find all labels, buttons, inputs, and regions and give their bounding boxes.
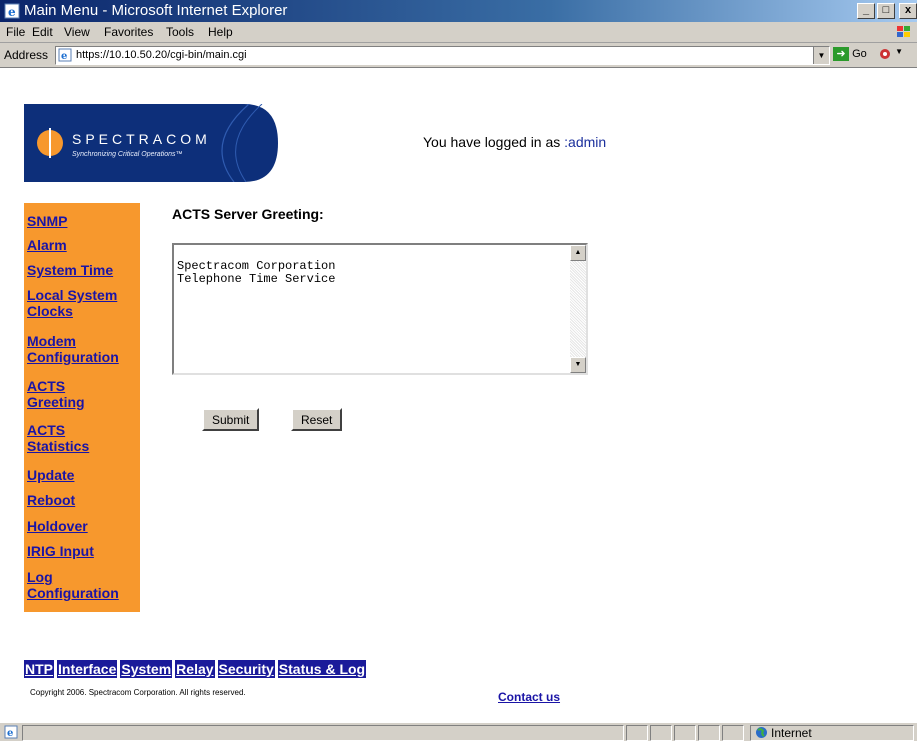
- menu-edit[interactable]: Edit: [32, 25, 53, 39]
- greeting-textarea[interactable]: Spectracom Corporation Telephone Time Se…: [172, 243, 588, 375]
- logo-wordmark: SPECTRACOM: [72, 131, 211, 147]
- sidebar-item-local-system-clocks[interactable]: Local System Clocks: [27, 287, 117, 319]
- go-arrow-icon: ➜: [833, 47, 849, 61]
- page-heading: ACTS Server Greeting:: [172, 206, 324, 222]
- sidebar-item-acts-greeting[interactable]: ACTS Greeting: [27, 378, 85, 410]
- svg-text:e: e: [8, 5, 16, 19]
- go-button[interactable]: ➜ Go: [833, 47, 867, 61]
- footer-nav-ntp[interactable]: NTP: [24, 660, 54, 678]
- textarea-scrollbar[interactable]: ▲ ▼: [570, 245, 586, 373]
- sidebar-item-alarm[interactable]: Alarm: [27, 237, 67, 253]
- status-panel: [698, 725, 720, 741]
- ie-page-icon: e: [4, 725, 18, 739]
- ie-page-icon: e: [58, 48, 72, 62]
- status-message-panel: [22, 725, 624, 741]
- sidebar-item-system-time[interactable]: System Time: [27, 262, 113, 278]
- minimize-button[interactable]: _: [857, 3, 875, 19]
- sidebar-item-modem-configuration[interactable]: Modem Configuration: [27, 333, 119, 365]
- address-label: Address: [4, 48, 49, 62]
- footer-nav: NTP Interface System Relay Security Status & …: [24, 660, 369, 679]
- menu-help[interactable]: Help: [208, 25, 233, 39]
- footer-nav-relay[interactable]: Relay: [175, 660, 215, 678]
- window-title-bar[interactable]: e Main Menu - Microsoft Internet Explore…: [0, 0, 917, 22]
- internet-globe-icon: [756, 727, 767, 738]
- menu-file[interactable]: File: [6, 25, 25, 39]
- logo-tagline: Synchronizing Critical Operations™: [72, 151, 183, 158]
- svg-text:e: e: [7, 728, 13, 739]
- login-prefix: You have logged in as: [423, 134, 565, 150]
- zone-label: Internet: [771, 726, 812, 740]
- login-status: You have logged in as :admin: [423, 134, 606, 150]
- sidebar-item-holdover[interactable]: Holdover: [27, 518, 88, 534]
- sidebar-item-update[interactable]: Update: [27, 467, 74, 483]
- contact-us-link[interactable]: Contact us: [498, 690, 560, 704]
- footer-nav-system[interactable]: System: [120, 660, 173, 678]
- status-panel: [626, 725, 648, 741]
- sidebar-item-acts-statistics[interactable]: ACTS Statistics: [27, 422, 89, 454]
- footer-nav-security[interactable]: Security: [217, 660, 275, 678]
- footer-nav-interface[interactable]: Interface: [57, 660, 118, 678]
- status-bar: e Internet: [0, 722, 917, 741]
- menu-tools[interactable]: Tools: [166, 25, 194, 39]
- scroll-up-button[interactable]: ▲: [570, 245, 586, 261]
- close-button[interactable]: x: [899, 3, 917, 19]
- address-input[interactable]: e https://10.10.50.20/cgi-bin/main.cgi ▼: [55, 46, 830, 65]
- menu-view[interactable]: View: [64, 25, 90, 39]
- submit-button[interactable]: Submit: [202, 408, 260, 431]
- address-url: https://10.10.50.20/cgi-bin/main.cgi: [76, 49, 247, 61]
- sidebar-item-irig-input[interactable]: IRIG Input: [27, 543, 94, 559]
- toolbar-extra-button[interactable]: ▼: [878, 47, 908, 62]
- svg-text:e: e: [61, 51, 67, 62]
- copyright-text: Copyright 2006. Spectracom Corporation. …: [30, 688, 246, 697]
- footer-nav-status-log[interactable]: Status & Log: [277, 660, 367, 678]
- windows-flag-icon: [897, 26, 910, 37]
- address-bar: Address e https://10.10.50.20/cgi-bin/ma…: [0, 43, 917, 68]
- sidebar-item-snmp[interactable]: SNMP: [27, 213, 67, 229]
- maximize-button[interactable]: □: [877, 3, 895, 19]
- sidebar: SNMP Alarm System Time Local System Cloc…: [24, 203, 140, 612]
- status-panel: [674, 725, 696, 741]
- address-dropdown-button[interactable]: ▼: [813, 47, 829, 64]
- login-user: :admin: [564, 134, 607, 150]
- reset-button[interactable]: Reset: [291, 408, 343, 431]
- go-label: Go: [852, 47, 867, 60]
- sidebar-item-log-configuration[interactable]: Log Configuration: [27, 569, 119, 601]
- status-panel: [722, 725, 744, 741]
- links-icon: [880, 49, 890, 59]
- sidebar-item-reboot[interactable]: Reboot: [27, 492, 75, 508]
- menu-favorites[interactable]: Favorites: [104, 25, 153, 39]
- status-panel: [650, 725, 672, 741]
- menu-bar: File Edit View Favorites Tools Help: [0, 22, 917, 43]
- ie-page-icon: e: [4, 3, 20, 19]
- scroll-down-button[interactable]: ▼: [570, 357, 586, 373]
- window-title: Main Menu - Microsoft Internet Explorer: [24, 2, 288, 19]
